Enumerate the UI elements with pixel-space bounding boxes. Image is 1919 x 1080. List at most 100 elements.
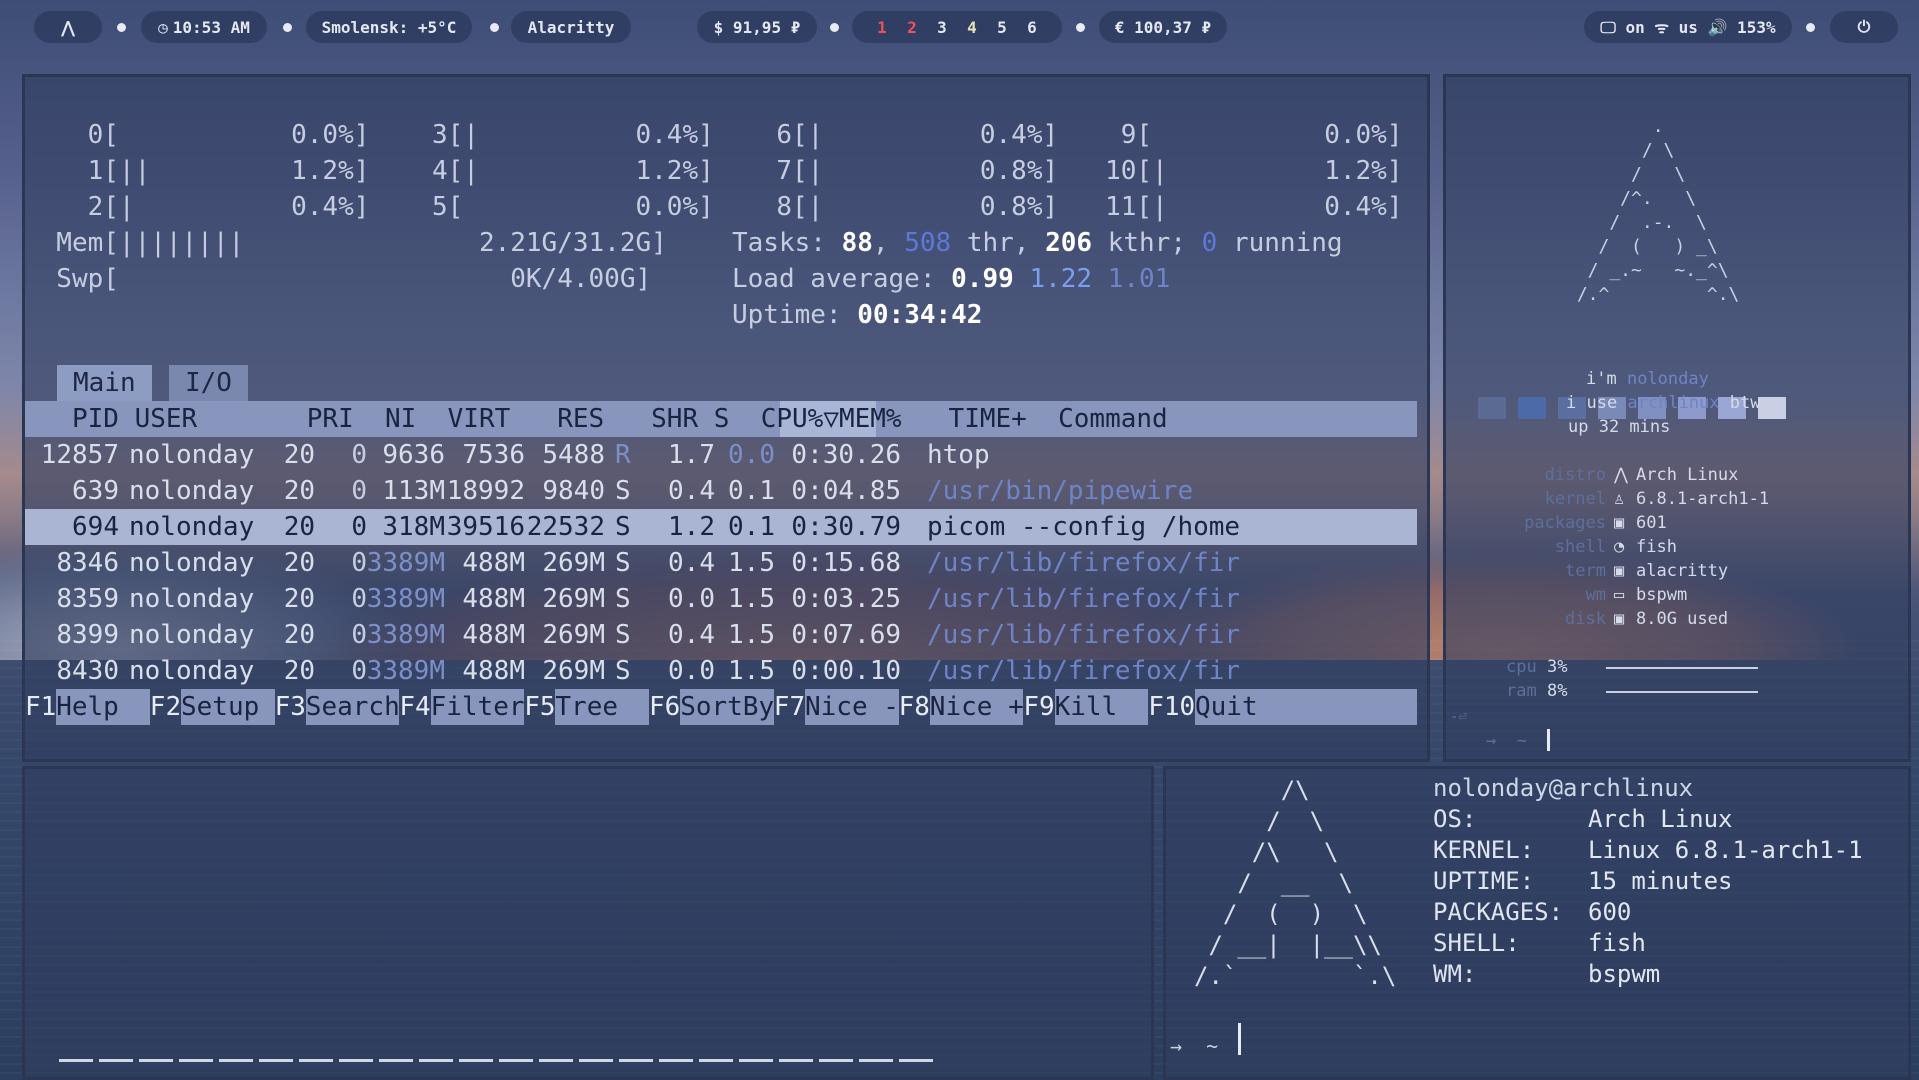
fkey-label-f4[interactable]: Filter [430, 689, 525, 725]
cell-s: S [615, 512, 631, 542]
cell-pid: 8430 [56, 656, 119, 686]
fkey-label-f2[interactable]: Setup [181, 689, 275, 725]
table-row[interactable]: 8430 nolonday 20 0 3389M 488M 269M S 0.0 1.5 0:00.… [25, 653, 1417, 689]
cell-pri: 20 [283, 440, 315, 470]
ram-usage-bar [1606, 691, 1758, 693]
workspaces: 1 2 3 4 5 6 [852, 11, 1062, 43]
cell-user: nolonday [129, 512, 255, 542]
workspace-3[interactable]: 3 [927, 18, 957, 37]
shell-prompt[interactable]: → ~ [1170, 1031, 1230, 1062]
clock-widget[interactable]: ◷ 10:53 AM [141, 11, 267, 43]
cell-mem: 0.0 [728, 440, 775, 470]
info-label: distro [1544, 465, 1606, 485]
clock-icon: ◷ [158, 17, 168, 37]
cell-cpu: 0.4 [668, 548, 715, 578]
fkey-f2[interactable]: F2 [150, 689, 181, 725]
info-label: term [1565, 561, 1606, 581]
fkey-f4[interactable]: F4 [399, 689, 430, 725]
process-table-header-text[interactable]: PID USER PRI NI VIRT RES SHR S CPU%▽MEM%… [25, 401, 1168, 437]
fkey-label-f6[interactable]: SortBy [680, 689, 774, 725]
cell-mem: 1.5 [728, 620, 775, 650]
tab-io[interactable]: I/O [169, 365, 248, 401]
arch-ascii-logo-large: /\ / \ /\ \ / __ \ / ( ) \ / __| |__\\ /… [1194, 776, 1397, 990]
cell-user: nolonday [129, 620, 255, 650]
table-row[interactable]: 8346 nolonday 20 0 3389M 488M 269M S 0.4 1.5 0:15.… [25, 545, 1417, 581]
cpu-usage-bar [1606, 667, 1758, 669]
power-button[interactable]: ⏻ [1830, 11, 1898, 43]
cell-pri: 20 [283, 512, 315, 542]
weather-widget[interactable]: Smolensk: +5°C [306, 11, 472, 43]
fkey-label-f3[interactable]: Search [305, 689, 400, 725]
dash-mark [419, 1059, 453, 1062]
cell-mem: 1.5 [728, 548, 775, 578]
cell-mem: 1.5 [728, 656, 775, 686]
cell-virt: 318M [382, 512, 445, 542]
empty-terminal-window[interactable] [22, 766, 1154, 1080]
separator-dot [117, 23, 126, 32]
dash-mark [219, 1059, 253, 1062]
fkey-f7[interactable]: F7 [774, 689, 805, 725]
cell-time: 0:04.85 [791, 476, 901, 506]
fkey-label-f1[interactable]: Help [56, 689, 150, 725]
sysinfo-window[interactable]: . / \ / \ /^. \ / .-. \ / ( ) _\ / _.~ ~… [1443, 74, 1911, 762]
system-status-widget[interactable]: 🖵 on ᯤ us 🔊 153% [1584, 11, 1792, 43]
info-icon: ▭ [1614, 585, 1625, 605]
usd-rate-widget[interactable]: $ 91,95 ₽ [697, 11, 817, 43]
cell-s: R [615, 440, 631, 470]
shell-prompt[interactable]: → ~ [1486, 729, 1537, 753]
cell-virt: 3389M [366, 656, 445, 686]
workspace-1[interactable]: 1 [867, 18, 897, 37]
workspace-4[interactable]: 4 [957, 18, 987, 37]
dash-mark [619, 1059, 653, 1062]
cell-res: 39516 [446, 512, 525, 542]
fkey-f1[interactable]: F1 [25, 689, 56, 725]
uptime: Uptime: 00:34:42 [732, 300, 983, 330]
fkey-label-f5[interactable]: Tree [555, 689, 649, 725]
cell-virt: 3389M [366, 548, 445, 578]
ram-usage-label: ram 8% [1506, 681, 1568, 701]
dash-mark [739, 1059, 773, 1062]
cell-pri: 20 [283, 584, 315, 614]
tab-main[interactable]: Main [57, 365, 152, 401]
greeting-line: i'm nolonday [1586, 369, 1709, 389]
info-label: shell [1554, 537, 1606, 557]
fkey-f6[interactable]: F6 [649, 689, 680, 725]
clock-time: 10:53 AM [172, 17, 250, 37]
table-row[interactable]: 8359 nolonday 20 0 3389M 488M 269M S 0.0 1.5 0:03.… [25, 581, 1417, 617]
active-window-label: Alacritty [527, 17, 615, 37]
workspace-5[interactable]: 5 [987, 18, 1017, 37]
separator-dot [490, 23, 499, 32]
fkey-label-f10[interactable]: Quit [1195, 689, 1289, 725]
eur-rate: € 100,37 ₽ [1114, 17, 1212, 37]
fetch-value: fish [1588, 929, 1646, 957]
fkey-f5[interactable]: F5 [524, 689, 555, 725]
cell-pri: 20 [283, 620, 315, 650]
cell-virt: 9636 [382, 440, 445, 470]
table-row[interactable]: 694 nolonday 20 0 318M 39516 22532 S 1.2 0.1 0:30.… [25, 509, 1417, 545]
fetch-key: PACKAGES: [1433, 898, 1564, 926]
fkey-f8[interactable]: F8 [899, 689, 930, 725]
cell-cpu: 0.4 [668, 476, 715, 506]
dash-mark [139, 1059, 173, 1062]
fkey-f3[interactable]: F3 [275, 689, 306, 725]
cell-res: 18992 [446, 476, 525, 506]
table-row[interactable]: 8399 nolonday 20 0 3389M 488M 269M S 0.4 1.5 0:07.… [25, 617, 1417, 653]
eur-rate-widget[interactable]: € 100,37 ₽ [1099, 11, 1227, 43]
fkey-f10[interactable]: F10 [1148, 689, 1195, 725]
workspace-6[interactable]: 6 [1017, 18, 1047, 37]
dash-mark [339, 1059, 373, 1062]
table-row[interactable]: 639 nolonday 20 0 113M 18992 9840 S 0.4 0.1 0:04.8… [25, 473, 1417, 509]
cell-mem: 0.1 [728, 476, 775, 506]
workspace-2[interactable]: 2 [897, 18, 927, 37]
fkey-label-f7[interactable]: Nice - [805, 689, 899, 725]
table-row[interactable]: 12857 nolonday 20 0 9636 7536 5488 R 1.7 0.0 0:30.… [25, 437, 1417, 473]
arch-ascii-logo: . / \ / \ /^. \ / .-. \ / ( ) _\ / _.~ ~… [1576, 116, 1740, 305]
fetch-value: 600 [1588, 898, 1632, 926]
fkey-f9[interactable]: F9 [1023, 689, 1054, 725]
fetch-terminal-window[interactable]: /\ / \ /\ \ / __ \ / ( ) \ / __| |__\\ /… [1163, 766, 1911, 1080]
fkey-label-f9[interactable]: Kill [1054, 689, 1149, 725]
arch-menu-button[interactable]: ⋀ [34, 11, 102, 43]
cell-pid: 12857 [40, 440, 119, 470]
fkey-label-f8[interactable]: Nice + [929, 689, 1024, 725]
htop-window[interactable]: 0[ 0.0%] 3[| 0.4%] 6[| 0.4%] 9[ 0.0%] 1[… [22, 74, 1430, 762]
